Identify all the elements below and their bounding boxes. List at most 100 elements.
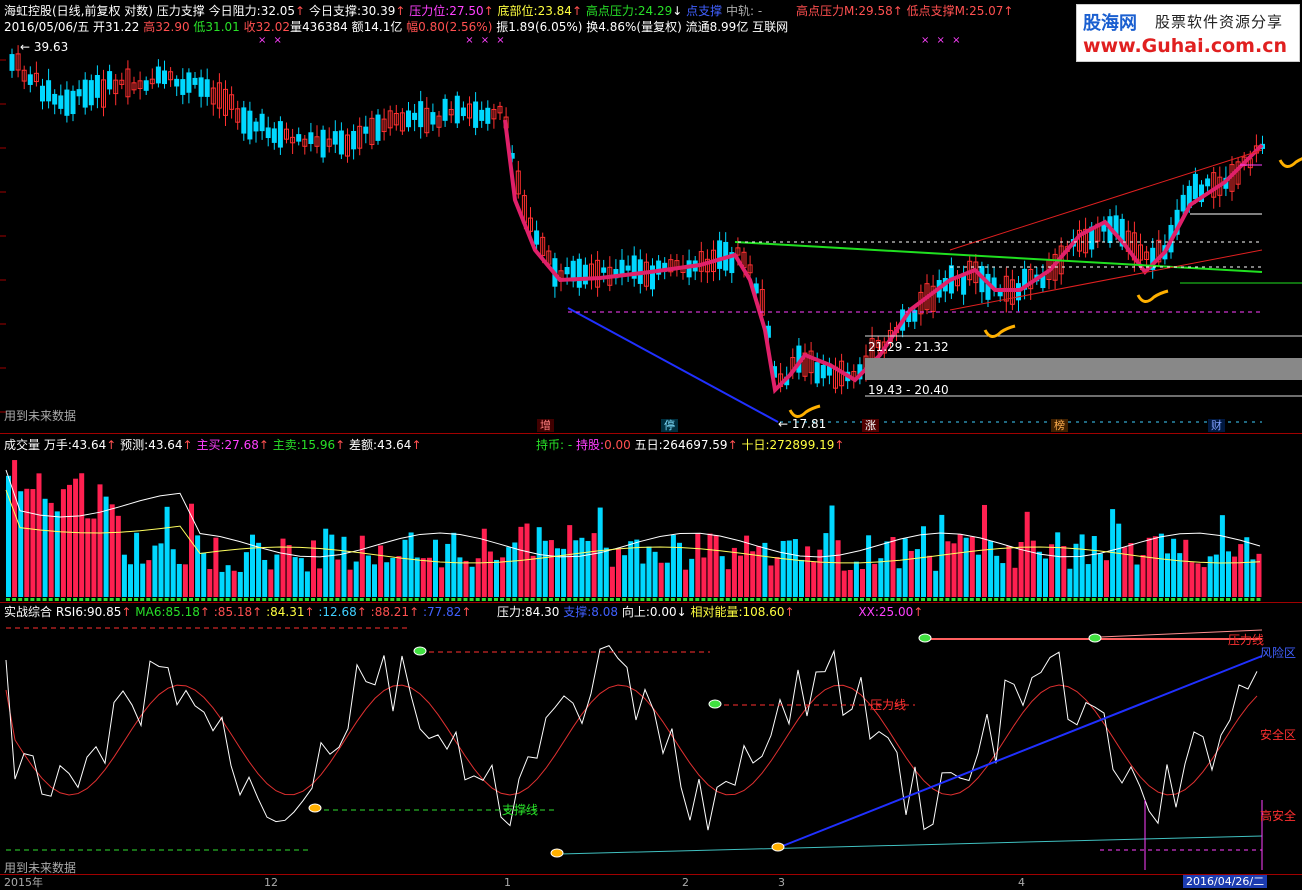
volume-tick (219, 598, 224, 601)
volume-tick (872, 598, 877, 601)
range-label-2: 19.43 - 20.40 (868, 383, 949, 397)
volume-bar (1000, 563, 1006, 597)
volume-tick (1104, 598, 1108, 601)
candle-body (88, 80, 94, 106)
rising-support-line (779, 655, 1263, 848)
volume-bar (219, 571, 225, 597)
volume-tick (628, 598, 633, 601)
volume-bar (494, 559, 499, 597)
volume-bar (426, 557, 432, 597)
event-badge-zeng[interactable]: 增 (537, 419, 554, 432)
volume-bar (487, 551, 493, 597)
volume-tick (524, 598, 529, 601)
volume-bar (170, 549, 176, 597)
volume-tick (1012, 598, 1017, 601)
event-badge-cai[interactable]: 财 (1208, 419, 1225, 432)
volume-tick (262, 598, 267, 601)
volume-tick (774, 598, 779, 601)
volume-bar (140, 563, 146, 597)
volume-bar (225, 565, 231, 597)
checkmark-annotation (983, 324, 1016, 338)
volume-tick (689, 598, 694, 601)
checkmark-annotation (1136, 289, 1169, 303)
volume-tick (1128, 598, 1133, 601)
volume-tick (1079, 598, 1084, 601)
volume-tick (329, 598, 334, 601)
event-badge-bang[interactable]: 榜 (1051, 419, 1068, 432)
volume-bar (24, 488, 30, 597)
gray-zone-box (865, 358, 1302, 380)
candle-body (418, 101, 424, 128)
volume-tick (847, 598, 852, 601)
volume-tick (323, 598, 328, 601)
volume-tick (591, 598, 596, 601)
candle-body (454, 95, 460, 124)
volume-bar (878, 558, 884, 597)
volume-tick (817, 598, 822, 601)
checkmark-annotation (1278, 157, 1302, 168)
volume-tick (469, 598, 474, 601)
signal-diamond-icon (771, 842, 785, 852)
volume-header: 成交量 万手:43.64↑ 预测:43.64↑ 主买:27.68↑ 主卖:15.… (4, 438, 422, 452)
volume-tick (91, 598, 96, 601)
volume-tick (1146, 598, 1151, 601)
downtrend-line (567, 307, 779, 423)
volume-tick (1024, 598, 1029, 601)
volume-bar (1030, 540, 1036, 597)
volume-bar (866, 535, 872, 597)
volume-bar (195, 535, 201, 597)
volume-bar (128, 564, 133, 597)
volume-tick (274, 598, 279, 601)
volume-tick (1140, 598, 1145, 601)
volume-tick (640, 598, 645, 601)
volume-bar (201, 552, 207, 597)
volume-tick (738, 598, 742, 601)
volume-tick (36, 598, 41, 601)
candle-body (52, 93, 58, 105)
volume-bar (774, 557, 780, 597)
candle-body (204, 79, 210, 97)
volume-tick (719, 598, 724, 601)
volume-bar (622, 555, 628, 597)
volume-tick (731, 598, 736, 601)
volume-tick (54, 598, 59, 601)
volume-bar (841, 570, 847, 597)
volume-bar (1140, 555, 1146, 597)
volume-tick (225, 598, 230, 601)
volume-tick (60, 598, 65, 601)
volume-bar (463, 560, 469, 597)
volume-bar (835, 540, 841, 597)
volume-bar (750, 551, 756, 597)
indicator-header: 实战综合 RSI6:90.85↑ MA6:85.18↑ :85.18↑ :84.… (4, 605, 472, 619)
volume-bar (847, 569, 853, 597)
volume-bar (1043, 558, 1048, 597)
volume-header-right: 持币: - 持股:0.00 五日:264697.59↑ 十日:272899.19… (536, 438, 845, 452)
volume-tick (304, 598, 309, 601)
volume-tick (603, 598, 608, 601)
volume-bar (780, 540, 786, 597)
candle-body (1205, 178, 1211, 187)
volume-tick (1110, 598, 1115, 601)
volume-tick (256, 598, 261, 601)
volume-bar (786, 540, 792, 597)
volume-tick (207, 598, 212, 601)
range-label-1: 21.29 - 21.32 (868, 340, 949, 354)
volume-bar (695, 533, 701, 597)
volume-tick (48, 598, 53, 601)
candle-body (259, 113, 265, 132)
volume-bar (469, 566, 475, 597)
volume-tick (963, 598, 968, 601)
volume-tick (317, 598, 322, 601)
event-badge-ting[interactable]: 停 (661, 419, 678, 432)
volume-bar (719, 556, 725, 597)
volume-tick (85, 598, 90, 601)
checkmark-annotation (788, 404, 821, 418)
low-price-label: ← 17.81 (778, 417, 827, 431)
volume-tick (1134, 598, 1139, 601)
volume-tick (463, 598, 468, 601)
candle-body (473, 101, 479, 128)
volume-bar (445, 543, 451, 597)
event-badge-zhang[interactable]: 涨 (862, 419, 879, 432)
volume-bar (957, 534, 963, 597)
volume-bar (36, 473, 42, 597)
